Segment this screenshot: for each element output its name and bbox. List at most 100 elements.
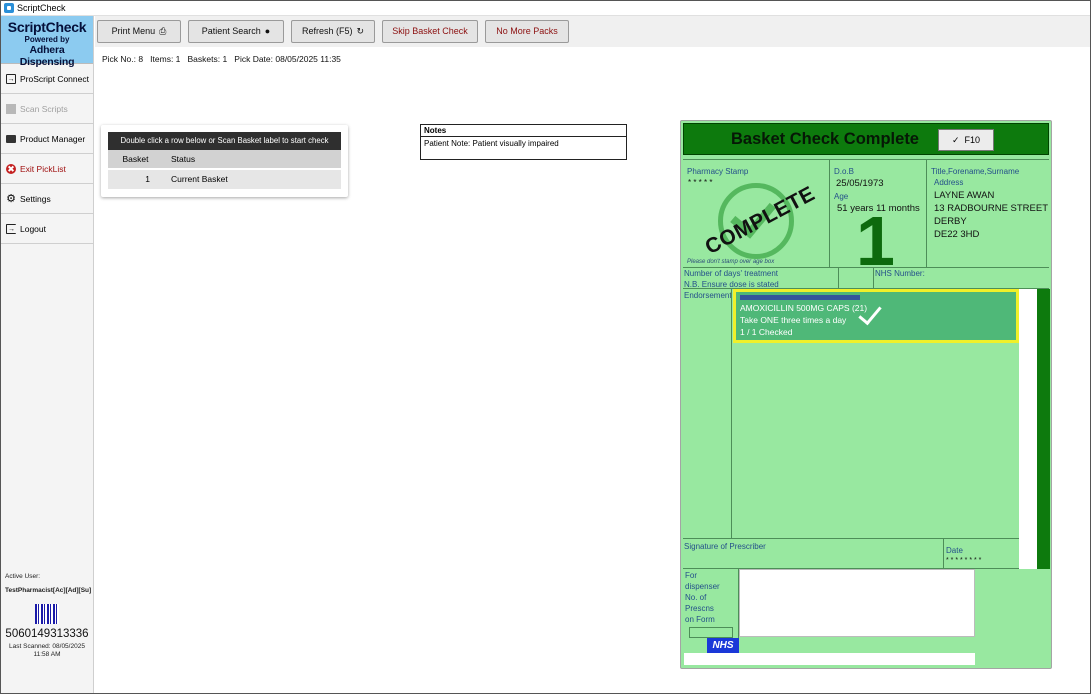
form-header: Basket Check Complete ✓ F10 <box>683 123 1049 155</box>
checked-item[interactable]: AMOXICILLIN 500MG CAPS (21) Take ONE thr… <box>733 289 1019 343</box>
form-divider <box>943 538 944 568</box>
signature-label: Signature of Prescriber <box>684 542 766 551</box>
window-title: ScriptCheck <box>17 3 66 13</box>
days-treatment-label: Number of days' treatment <box>684 269 779 278</box>
f10-button[interactable]: ✓ F10 <box>938 129 994 151</box>
dob-label: D.o.B <box>834 167 855 176</box>
basket-panel: Double click a row below or Scan Basket … <box>101 125 348 197</box>
gear-icon: ⚙ <box>6 193 16 205</box>
basket-table-header: Basket Status <box>108 150 341 168</box>
for-dispenser-label: For <box>685 571 697 580</box>
sidebar-item-proscript-connect[interactable]: → ProScript Connect <box>1 64 93 94</box>
date-value: * * * * * * * * <box>946 557 982 564</box>
form-side-bar <box>1037 289 1050 569</box>
sidebar-item-label: Exit PickList <box>20 164 66 174</box>
item-progress-bar <box>740 295 860 300</box>
form-divider <box>683 159 1049 160</box>
no-more-packs-button[interactable]: No More Packs <box>485 20 569 43</box>
sidebar-item-settings[interactable]: ⚙ Settings <box>1 184 93 214</box>
item-checked-count: 1 / 1 Checked <box>740 327 793 337</box>
address-line-1: 13 RADBOURNE STREET <box>934 203 1049 214</box>
date-label: Date <box>946 546 963 555</box>
folder-icon <box>6 135 16 143</box>
basket-number: 1 <box>145 174 150 184</box>
prescns-label: Prescns <box>685 604 714 613</box>
sidebar-item-product-manager[interactable]: Product Manager <box>1 124 93 154</box>
notes-title: Notes <box>421 125 626 137</box>
last-scanned-date: Last Scanned: 08/05/2025 <box>9 643 85 650</box>
logo-powered-by: Powered by <box>24 35 70 44</box>
form-divider <box>683 538 1019 539</box>
notes-panel: Notes Patient Note: Patient visually imp… <box>420 124 627 160</box>
endorsements-label: Endorsements <box>684 291 731 300</box>
prescription-form: Basket Check Complete ✓ F10 Pharmacy Sta… <box>680 120 1052 669</box>
patient-search-button[interactable]: Patient Search ● <box>188 20 284 43</box>
dispenser-box <box>739 569 975 637</box>
stamp-note: Please don't stamp over age box <box>687 259 775 265</box>
title-bar: ScriptCheck <box>1 1 1090 16</box>
app-icon <box>4 3 14 13</box>
form-divider <box>838 267 839 289</box>
login-icon: → <box>6 74 16 84</box>
address-line-2: DERBY <box>934 216 967 227</box>
on-form-label: on Form <box>685 615 715 624</box>
refresh-button[interactable]: Refresh (F5) ↻ <box>291 20 375 43</box>
logout-icon: → <box>6 224 16 234</box>
sidebar: ScriptCheck Powered by Adhera Dispensing… <box>1 16 94 693</box>
basket-panel-header: Double click a row below or Scan Basket … <box>108 132 341 150</box>
last-scanned-code: 5060149313336 <box>5 628 89 640</box>
sidebar-item-exit-picklist[interactable]: ✖ Exit PickList <box>1 154 93 184</box>
form-divider <box>926 160 927 267</box>
prescns-count-box <box>689 627 733 638</box>
address-label: Address <box>934 178 964 187</box>
check-icon: ✓ <box>951 135 960 145</box>
refresh-icon: ↻ <box>356 26 365 36</box>
sidebar-item-label: Scan Scripts <box>20 104 68 114</box>
print-menu-button[interactable]: Print Menu ⎙ <box>97 20 181 43</box>
pick-info: Pick No.: 8 Items: 1 Baskets: 1 Pick Dat… <box>102 54 341 64</box>
sidebar-item-label: ProScript Connect <box>20 74 89 84</box>
exit-icon: ✖ <box>6 164 16 174</box>
sidebar-item-label: Settings <box>20 194 51 204</box>
sidebar-item-scan-scripts[interactable]: Scan Scripts <box>1 94 93 124</box>
complete-stamp: COMPLETE <box>701 182 818 267</box>
ensure-dose-label: N.B. Ensure dose is stated <box>684 280 779 289</box>
active-user-label: Active User: <box>5 573 41 580</box>
dispenser-label: dispenser <box>685 582 720 591</box>
form-white-strip <box>1019 289 1037 569</box>
form-divider <box>829 160 830 267</box>
active-user-name: TestPharmacist[Ac][Ad][Su] <box>5 587 92 594</box>
refresh-label: Refresh (F5) <box>301 26 353 36</box>
dob-value: 25/05/1973 <box>836 178 884 189</box>
item-name: AMOXICILLIN 500MG CAPS (21) <box>740 303 868 313</box>
skip-basket-check-label: Skip Basket Check <box>392 26 468 36</box>
app-window: ScriptCheck ScriptCheck Powered by Adher… <box>0 0 1091 694</box>
nhs-logo: NHS <box>707 638 739 653</box>
col-status: Status <box>171 154 196 164</box>
notes-text: Patient Note: Patient visually impaired <box>424 139 559 148</box>
app-logo: ScriptCheck Powered by Adhera Dispensing <box>1 16 93 68</box>
table-row[interactable]: 1 Current Basket <box>108 170 341 189</box>
pharmacy-stamp-value: * * * * * <box>688 178 713 187</box>
form-bottom-strip <box>684 653 975 665</box>
sidebar-item-label: Product Manager <box>20 134 86 144</box>
nhs-number-label: NHS Number: <box>875 269 925 278</box>
no-of-label: No. of <box>685 593 707 602</box>
last-scanned-time: Last Scanned: 08/05/2025 11:58 AM <box>1 643 93 659</box>
print-menu-label: Print Menu <box>111 26 156 36</box>
postcode: DE22 3HD <box>934 229 980 240</box>
name-label: Title,Forename,Surname <box>931 167 1020 176</box>
barcode-icon <box>35 604 59 624</box>
skip-basket-check-button[interactable]: Skip Basket Check <box>382 20 478 43</box>
logo-title: ScriptCheck <box>7 19 87 35</box>
basket-status: Current Basket <box>171 174 228 184</box>
patient-search-label: Patient Search <box>201 26 261 36</box>
toolbar: Print Menu ⎙ Patient Search ● Refresh (F5)… <box>95 16 1090 47</box>
item-dose: Take ONE three times a day <box>740 315 847 325</box>
scan-icon <box>6 104 16 114</box>
patient-name: LAYNE AWAN <box>934 190 995 201</box>
basket-number-large: 1 <box>856 202 895 280</box>
sidebar-item-logout[interactable]: → Logout <box>1 214 93 244</box>
printer-icon: ⎙ <box>159 26 167 36</box>
last-scanned-clock: 11:58 AM <box>33 651 61 658</box>
